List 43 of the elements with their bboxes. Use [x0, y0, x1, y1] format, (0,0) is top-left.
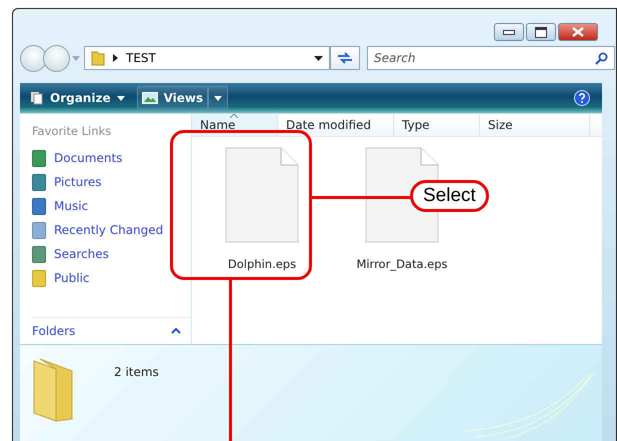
close-icon	[571, 27, 585, 37]
refresh-arrows-icon	[337, 51, 353, 65]
dropdown-arrow-icon	[116, 96, 125, 100]
pages-icon	[30, 91, 44, 105]
link-icon	[32, 150, 46, 166]
favorite-link[interactable]: Public	[32, 266, 191, 290]
search-icon	[595, 52, 608, 64]
minimize-button[interactable]	[494, 23, 524, 41]
column-header[interactable]: Type	[394, 114, 480, 136]
folders-label[interactable]: Folders	[32, 324, 76, 338]
dropdown-arrow-icon[interactable]	[314, 56, 323, 60]
collapse-chevron-icon[interactable]	[171, 328, 181, 334]
link-icon	[32, 222, 46, 238]
favorite-link[interactable]: Recently Changed	[32, 218, 191, 242]
link-icon	[32, 246, 46, 262]
column-header[interactable]: Size	[480, 114, 590, 136]
file-name[interactable]: Mirror_Data.eps	[356, 257, 448, 271]
refresh-button[interactable]	[330, 46, 360, 70]
views-dropdown-button[interactable]	[208, 86, 228, 110]
organize-menu-button[interactable]: Organize	[26, 86, 129, 110]
search-field[interactable]: Search	[367, 46, 615, 70]
views-button[interactable]: Views	[136, 86, 208, 110]
file-name[interactable]: Dolphin.eps	[228, 257, 296, 271]
favorite-link[interactable]: Music	[32, 194, 191, 218]
help-icon[interactable]	[574, 90, 590, 106]
address-path: TEST	[126, 51, 157, 65]
close-button[interactable]	[558, 23, 598, 41]
favorite-link[interactable]: Pictures	[32, 170, 191, 194]
address-bar[interactable]: TEST	[84, 46, 330, 70]
callout-label: Select	[410, 180, 489, 212]
maximize-button[interactable]	[526, 23, 556, 41]
favorite-link[interactable]: Searches	[32, 242, 191, 266]
item-count: 2 items	[114, 365, 159, 379]
breadcrumb-arrow-icon	[113, 54, 118, 62]
favorite-links-heading: Favorite Links	[32, 124, 112, 138]
link-icon	[32, 270, 46, 286]
link-icon	[32, 198, 46, 214]
favorite-link[interactable]: Documents	[32, 146, 191, 170]
dropdown-arrow-icon	[214, 96, 222, 100]
views-picture-icon	[142, 92, 158, 104]
column-header[interactable]: Date modified	[278, 114, 394, 136]
link-icon	[32, 174, 46, 190]
folder-icon	[91, 50, 105, 66]
